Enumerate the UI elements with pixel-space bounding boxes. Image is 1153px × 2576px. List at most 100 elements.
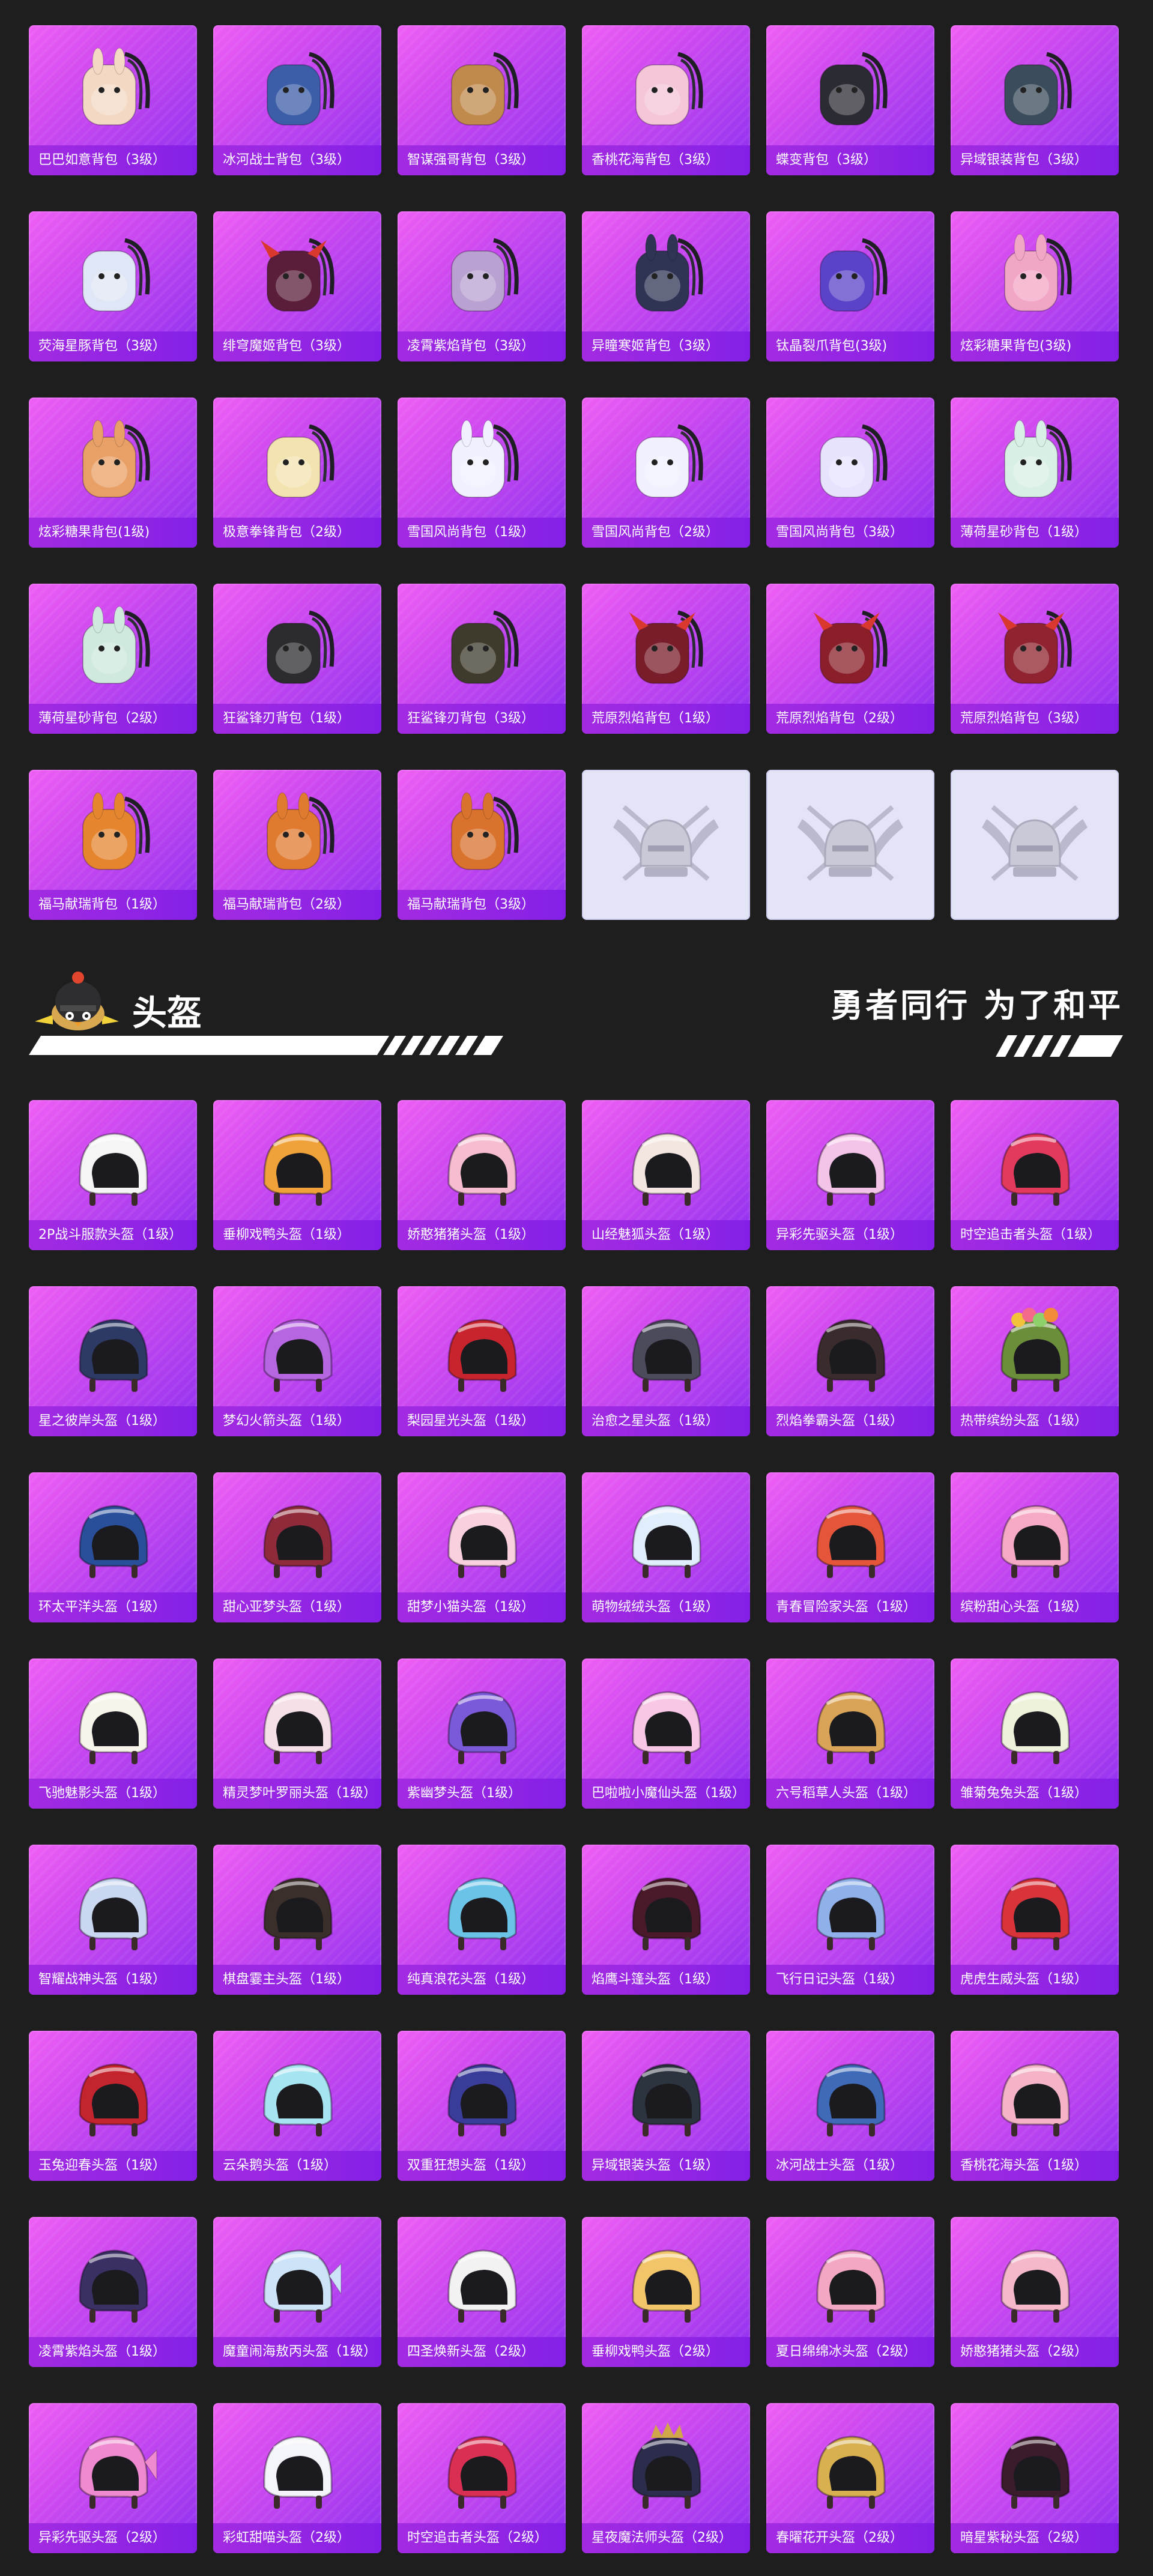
helmet-card[interactable]: 飞行日记头盔（1级） [766,1845,934,1995]
section-title: 头盔 [132,993,202,1033]
helmet-card[interactable]: 时空追击者头盔（1级） [951,1100,1119,1250]
backpack-card[interactable]: 薄荷星砂背包（2级） [29,584,197,734]
helmet-card[interactable]: 热带缤纷头盔（1级） [951,1286,1119,1436]
butterfly-pack-icon [820,52,888,125]
backpack-card[interactable]: 荒原烈焰背包（1级） [582,584,750,734]
backpack-card[interactable]: 荒原烈焰背包（3级） [951,584,1119,734]
helmet-card[interactable]: 缤粉甜心头盔（1级） [951,1472,1119,1622]
helmet-card[interactable]: 四圣焕新头盔（2级） [398,2217,566,2367]
helmet-card[interactable]: 垂柳戏鸭头盔（1级） [213,1100,381,1250]
helmet-icon [1000,2249,1070,2323]
helmet-card[interactable]: 星夜魔法师头盔（2级） [582,2403,750,2553]
backpack-card[interactable]: 异瞳寒姬背包（3级） [582,211,750,361]
helmet-card[interactable]: 烈焰拳霸头盔（1级） [766,1286,934,1436]
helmet-card[interactable]: 垂柳戏鸭头盔（2级） [582,2217,750,2367]
backpack-card[interactable]: 薄荷星砂背包（1级） [951,398,1119,548]
backpack-card[interactable]: 智谋强哥背包（3级） [398,25,566,175]
helmet-icon [263,1877,333,1950]
helmet-icon [447,1505,517,1578]
helmet-card[interactable]: 云朵鹅头盔（1级） [213,2031,381,2181]
helmet-card[interactable]: 香桃花海头盔（1级） [951,2031,1119,2181]
helmet-card[interactable]: 纯真浪花头盔（1级） [398,1845,566,1995]
backpack-card[interactable]: 狂鲨锋刃背包（1级） [213,584,381,734]
helmet-label: 飞行日记头盔（1级） [766,1965,934,1995]
helmet-card[interactable]: 异彩先驱头盔（1级） [766,1100,934,1250]
mint-bag-icon [1004,420,1072,498]
helmet-card[interactable]: 焰鹰斗篷头盔（1级） [582,1845,750,1995]
helmet-card[interactable]: 精灵梦叶罗丽头盔（1级） [213,1658,381,1809]
backpack-card[interactable]: 狂鲨锋刃背包（3级） [398,584,566,734]
backpack-card[interactable]: 巴巴如意背包（3级） [29,25,197,175]
backpack-card[interactable]: 钛晶裂爪背包(3级) [766,211,934,361]
helmet-card[interactable]: 彩虹甜喵头盔（2级） [213,2403,381,2553]
backpack-card[interactable] [951,770,1119,920]
backpack-card[interactable]: 福马献瑞背包（1级） [29,770,197,920]
helmet-card[interactable]: 巴啦啦小魔仙头盔（1级） [582,1658,750,1809]
helmet-icon [632,1691,701,1764]
helmet-card[interactable]: 治愈之星头盔（1级） [582,1286,750,1436]
helmet-card[interactable]: 梨园星光头盔（1级） [398,1286,566,1436]
backpack-label: 雪国风尚背包（1级） [398,518,566,548]
helmet-icon [816,1877,886,1950]
backpack-card[interactable]: 雪国风尚背包（1级） [398,398,566,548]
helmet-card[interactable]: 异域银装头盔（1级） [582,2031,750,2181]
backpack-card[interactable]: 蝶变背包（3级） [766,25,934,175]
helmet-card[interactable]: 双重狂想头盔（1级） [398,2031,566,2181]
backpack-card[interactable]: 冰河战士背包（3级） [213,25,381,175]
helmet-card[interactable]: 娇憨猪猪头盔（1级） [398,1100,566,1250]
helmet-card[interactable]: 暗星紫秘头盔（2级） [951,2403,1119,2553]
flame-bag-icon [451,238,519,312]
horse-bag-icon [267,792,334,870]
horn-bag-icon [629,610,703,684]
backpack-card[interactable]: 绯穹魔姬背包（3级） [213,211,381,361]
helmet-card[interactable]: 凌霄紫焰头盔（1级） [29,2217,197,2367]
helmet-icon [632,2063,701,2136]
backpack-card[interactable] [582,770,750,920]
backpack-card[interactable]: 雪国风尚背包（2级） [582,398,750,548]
helmet-icon [1000,1877,1070,1950]
helmet-card[interactable]: 六号稻草人头盔（1级） [766,1658,934,1809]
helmet-card[interactable]: 山经魅狐头盔（1级） [582,1100,750,1250]
backpack-card[interactable]: 福马献瑞背包（3级） [398,770,566,920]
helmet-card[interactable]: 紫幽梦头盔（1级） [398,1658,566,1809]
helmet-card[interactable]: 雏菊兔兔头盔（1级） [951,1658,1119,1809]
backpack-card[interactable]: 异域银装背包（3级） [951,25,1119,175]
helmet-card[interactable]: 虎虎生威头盔（1级） [951,1845,1119,1995]
helmet-card[interactable]: 飞驰魅影头盔（1级） [29,1658,197,1809]
backpack-card[interactable]: 荧海星豚背包（3级） [29,211,197,361]
helmet-card[interactable]: 娇憨猪猪头盔（2级） [951,2217,1119,2367]
backpack-label: 智谋强哥背包（3级） [398,145,566,175]
helmet-card[interactable]: 棋盘霎主头盔（1级） [213,1845,381,1995]
helmet-card[interactable]: 甜梦小猫头盔（1级） [398,1472,566,1622]
backpack-card[interactable] [766,770,934,920]
helmet-card[interactable]: 时空追击者头盔（2级） [398,2403,566,2553]
helmet-card[interactable]: 甜心亚梦头盔（1级） [213,1472,381,1622]
helmet-card[interactable]: 环太平洋头盔（1级） [29,1472,197,1622]
backpack-card[interactable]: 炫彩糖果背包(3级) [951,211,1119,361]
helmet-card[interactable]: 魔童闹海敖丙头盔（1级） [213,2217,381,2367]
helmet-card[interactable]: 青春冒险家头盔（1级） [766,1472,934,1622]
helmet-card[interactable]: 玉兔迎春头盔（1级） [29,2031,197,2181]
helmet-card[interactable]: 异彩先驱头盔（2级） [29,2403,197,2553]
helmet-card[interactable]: 智耀战神头盔（1级） [29,1845,197,1995]
helmet-card[interactable]: 星之彼岸头盔（1级） [29,1286,197,1436]
backpack-card[interactable]: 荒原烈焰背包（2级） [766,584,934,734]
helmet-card[interactable]: 春曜花开头盔（2级） [766,2403,934,2553]
backpack-card[interactable]: 雪国风尚背包（3级） [766,398,934,548]
slogan: 勇者同行 为了和平 [831,987,1123,1024]
chick-helmet-mascot-icon [35,972,119,1030]
helmet-card[interactable]: 萌物绒绒头盔（1级） [582,1472,750,1622]
backpack-card[interactable]: 炫彩糖果背包(1级) [29,398,197,548]
helmet-icon [79,2249,148,2323]
helmet-label: 春曜花开头盔（2级） [766,2523,934,2553]
helmet-card[interactable]: 梦幻火箭头盔（1级） [213,1286,381,1436]
helmet-card[interactable]: 夏日绵绵冰头盔（2级） [766,2217,934,2367]
helmet-card[interactable]: 冰河战士头盔（1级） [766,2031,934,2181]
backpack-card[interactable]: 福马献瑞背包（2级） [213,770,381,920]
helmet-card[interactable]: 2P战斗服款头盔（1级） [29,1100,197,1250]
backpack-card[interactable]: 香桃花海背包（3级） [582,25,750,175]
snow-penguin-bag-icon [820,424,888,498]
backpack-card[interactable]: 极意拳锋背包（2级） [213,398,381,548]
backpack-label: 狂鲨锋刃背包（3级） [398,704,566,734]
backpack-card[interactable]: 凌霄紫焰背包（3级） [398,211,566,361]
